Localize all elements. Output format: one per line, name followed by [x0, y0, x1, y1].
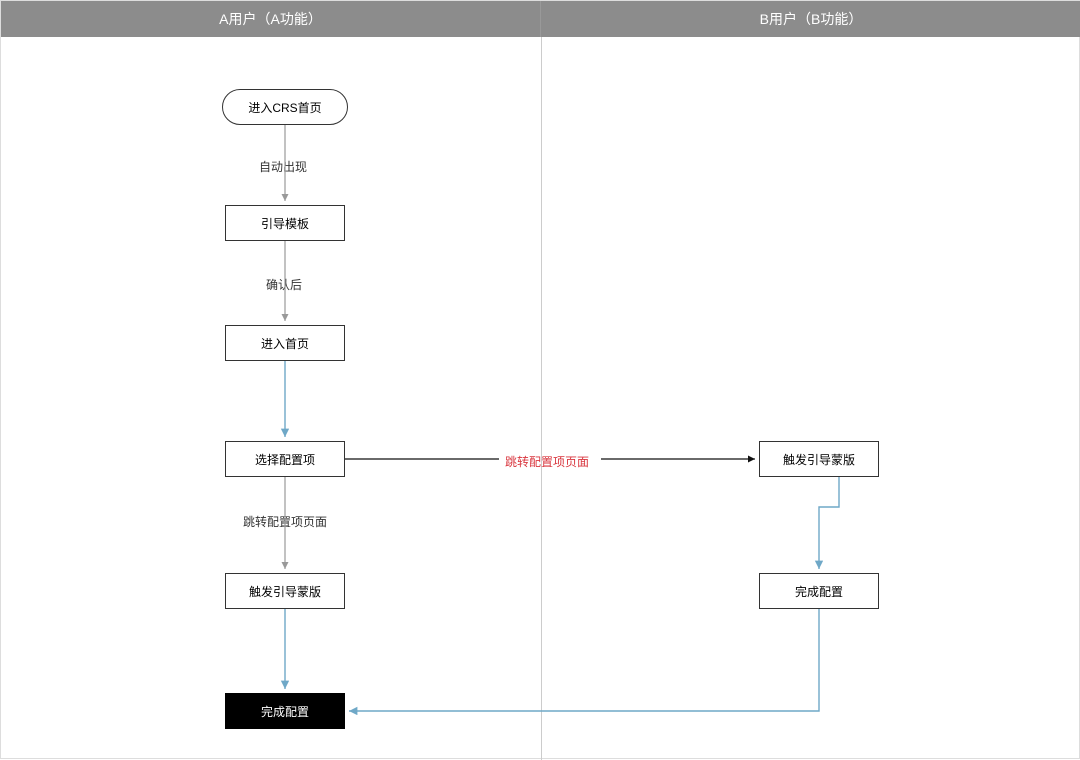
node-enter-home: 进入首页 — [225, 325, 345, 361]
node-finish-config-right: 完成配置 — [759, 573, 879, 609]
node-finish-config: 完成配置 — [225, 693, 345, 729]
diagram-canvas: A用户（A功能） B用户（B功能） 进入CRS首页 引导模板 进入首页 选择配置… — [0, 0, 1080, 759]
edge-label-jump-center: 跳转配置项页面 — [505, 453, 589, 470]
edge-label-after-confirm: 确认后 — [266, 276, 302, 293]
node-trigger-guide-left: 触发引导蒙版 — [225, 573, 345, 609]
swimlane-header-b: B用户（B功能） — [541, 1, 1080, 37]
node-trigger-guide-right: 触发引导蒙版 — [759, 441, 879, 477]
node-guide-template: 引导模板 — [225, 205, 345, 241]
edge-label-jump-left: 跳转配置项页面 — [243, 513, 327, 530]
swimlane-divider — [541, 37, 542, 760]
swimlane-header-a: A用户（A功能） — [1, 1, 541, 37]
node-start: 进入CRS首页 — [222, 89, 348, 125]
edge-label-auto-appear: 自动出现 — [259, 158, 307, 175]
node-select-config: 选择配置项 — [225, 441, 345, 477]
